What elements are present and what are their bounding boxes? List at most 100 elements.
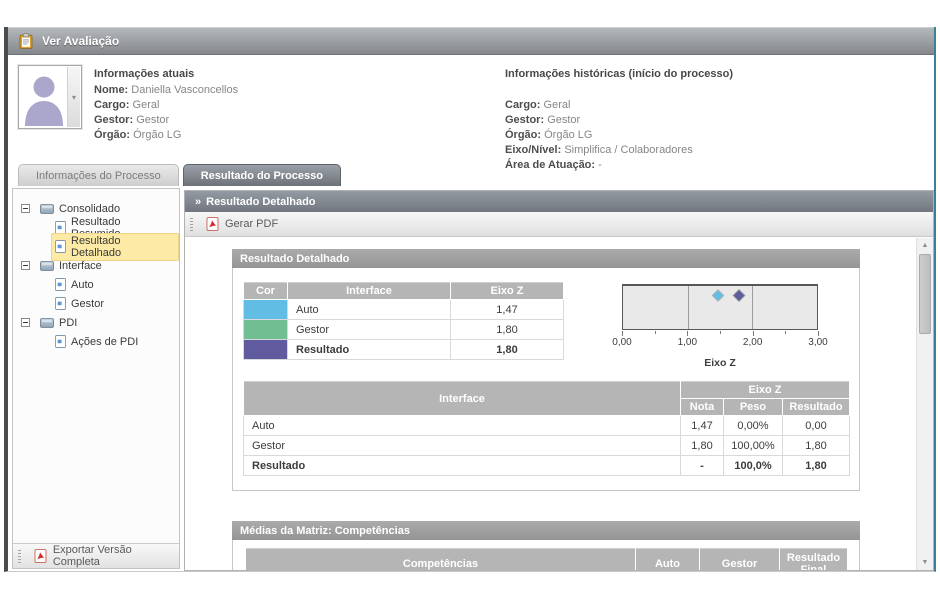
tree-node-acoes-de-pdi[interactable]: Ações de PDI xyxy=(13,332,179,351)
table-row: Auto 1,47 xyxy=(244,300,564,320)
document-icon xyxy=(55,240,66,253)
cell-interface: Resultado xyxy=(288,340,451,360)
cell-interface: Resultado xyxy=(244,456,681,476)
navigation-tree: Consolidado Resultado Resumido Resultado… xyxy=(13,189,179,351)
cell-interface: Gestor xyxy=(244,436,681,456)
chart-point-resultado xyxy=(734,291,744,301)
panel-title: Resultado Detalhado xyxy=(206,196,315,208)
clipboard-icon xyxy=(18,33,34,49)
chart-plot-area xyxy=(622,284,818,330)
tick-label: 1,00 xyxy=(678,337,697,348)
axis-tick xyxy=(818,331,819,336)
tick-label: 2,00 xyxy=(743,337,762,348)
person-silhouette-icon xyxy=(21,68,67,126)
cell-resultado: 0,00 xyxy=(783,416,850,436)
eixo-z-chart: 0,00 1,00 2,00 3,00 Eixo Z xyxy=(608,282,838,369)
cell-nota: 1,80 xyxy=(681,436,724,456)
current-info-block: Informações atuais Nome: Daniella Vascon… xyxy=(94,67,238,143)
column-header-gestor: Gestor xyxy=(700,549,780,571)
scroll-down-button[interactable]: ▼ xyxy=(917,555,933,570)
toolbar-grip-icon xyxy=(18,550,21,563)
chart-point-auto xyxy=(713,291,723,301)
tick-label: 0,00 xyxy=(612,337,631,348)
section-header: Médias da Matriz: Competências xyxy=(232,521,860,540)
historical-info-block: Informações históricas (início do proces… xyxy=(505,67,733,173)
competencias-table: Competências Auto Gestor Resultado Final xyxy=(245,548,848,570)
page: Ver Avaliação ▾ Informações atuais Nome:… xyxy=(0,0,940,600)
document-icon xyxy=(55,278,66,291)
axis-tick xyxy=(687,331,688,336)
column-header-peso: Peso xyxy=(724,399,783,416)
content-area: Consolidado Resultado Resumido Resultado… xyxy=(8,186,934,571)
field-cargo-hist: Cargo: Geral xyxy=(505,98,733,113)
table-row-total: Resultado 1,80 xyxy=(244,340,564,360)
panel-header-chevrons: » xyxy=(195,196,201,208)
collapse-icon[interactable] xyxy=(21,318,30,327)
toolbar-grip-icon xyxy=(190,218,193,231)
pdf-toolbar: Gerar PDF xyxy=(185,212,933,237)
cell-interface: Gestor xyxy=(288,320,451,340)
window-title: Ver Avaliação xyxy=(42,34,119,48)
folder-icon xyxy=(40,203,54,215)
process-tabs: Informações do Processo Resultado do Pro… xyxy=(8,162,934,186)
cell-resultado: 1,80 xyxy=(783,456,850,476)
avatar-dropdown-button[interactable]: ▾ xyxy=(67,67,80,127)
chart-gridline xyxy=(688,286,689,329)
navigation-tree-panel: Consolidado Resultado Resumido Resultado… xyxy=(12,188,180,569)
cell-nota: - xyxy=(681,456,724,476)
axis-tick xyxy=(753,331,754,336)
cell-eixo-z: 1,47 xyxy=(451,300,564,320)
tree-node-resultado-detalhado[interactable]: Resultado Detalhado xyxy=(13,237,179,256)
tree-node-auto[interactable]: Auto xyxy=(13,275,179,294)
cell-nota: 1,47 xyxy=(681,416,724,436)
collapse-icon[interactable] xyxy=(21,261,30,270)
cell-peso: 100,00% xyxy=(724,436,783,456)
table-row: Gestor 1,80 xyxy=(244,320,564,340)
field-cargo: Cargo: Geral xyxy=(94,98,238,113)
column-header: Interface xyxy=(288,283,451,300)
field-orgao-hist: Órgão: Órgão LG xyxy=(505,128,733,143)
color-swatch-auto xyxy=(244,300,288,320)
axis-tick xyxy=(785,331,786,334)
column-header-auto: Auto xyxy=(636,549,700,571)
section-body: Competências Auto Gestor Resultado Final xyxy=(232,540,860,570)
section-medias-da-matriz: Médias da Matriz: Competências Competênc… xyxy=(232,521,860,570)
tree-node-gestor[interactable]: Gestor xyxy=(13,294,179,313)
axis-tick xyxy=(720,331,721,334)
axis-tick xyxy=(655,331,656,334)
color-swatch-gestor xyxy=(244,320,288,340)
section-header: Resultado Detalhado xyxy=(232,249,860,268)
column-header-interface: Interface xyxy=(244,382,681,416)
vertical-scrollbar[interactable]: ▲ ▼ xyxy=(916,238,933,570)
collapse-icon[interactable] xyxy=(21,204,30,213)
tab-resultado-do-processo[interactable]: Resultado do Processo xyxy=(183,164,341,186)
table-row: Auto 1,47 0,00% 0,00 xyxy=(244,416,850,436)
tick-label: 3,00 xyxy=(808,337,827,348)
tab-informacoes-do-processo[interactable]: Informações do Processo xyxy=(18,164,179,186)
field-eixo-nivel: Eixo/Nível: Simplifica / Colaboradores xyxy=(505,143,733,158)
cell-interface: Auto xyxy=(244,416,681,436)
cell-eixo-z: 1,80 xyxy=(451,340,564,360)
window-titlebar: Ver Avaliação xyxy=(8,27,934,55)
table-row-total: Resultado - 100,0% 1,80 xyxy=(244,456,850,476)
color-legend-table: Cor Interface Eixo Z Auto xyxy=(243,282,564,360)
scroll-up-button[interactable]: ▲ xyxy=(917,238,933,253)
column-header: Eixo Z xyxy=(451,283,564,300)
generate-pdf-button[interactable]: Gerar PDF xyxy=(200,215,284,233)
scroll-viewport: Resultado Detalhado Cor xyxy=(185,238,916,570)
document-icon xyxy=(55,297,66,310)
document-icon xyxy=(55,335,66,348)
scrollbar-thumb[interactable] xyxy=(919,254,931,334)
ver-avaliacao-window: Ver Avaliação ▾ Informações atuais Nome:… xyxy=(4,27,936,572)
panel-header: » Resultado Detalhado xyxy=(185,191,933,212)
field-gestor-hist: Gestor: Gestor xyxy=(505,113,733,128)
chart-axis-labels: 0,00 1,00 2,00 3,00 xyxy=(622,337,818,349)
avatar: ▾ xyxy=(18,65,82,129)
scroll-up-icon: ▲ xyxy=(922,242,929,249)
cell-interface: Auto xyxy=(288,300,451,320)
export-full-version-button[interactable]: Exportar Versão Completa xyxy=(28,542,179,570)
folder-icon xyxy=(40,317,54,329)
export-toolbar: Exportar Versão Completa xyxy=(13,543,179,568)
scroll-down-icon: ▼ xyxy=(922,559,929,566)
tree-node-pdi[interactable]: PDI xyxy=(13,313,179,332)
